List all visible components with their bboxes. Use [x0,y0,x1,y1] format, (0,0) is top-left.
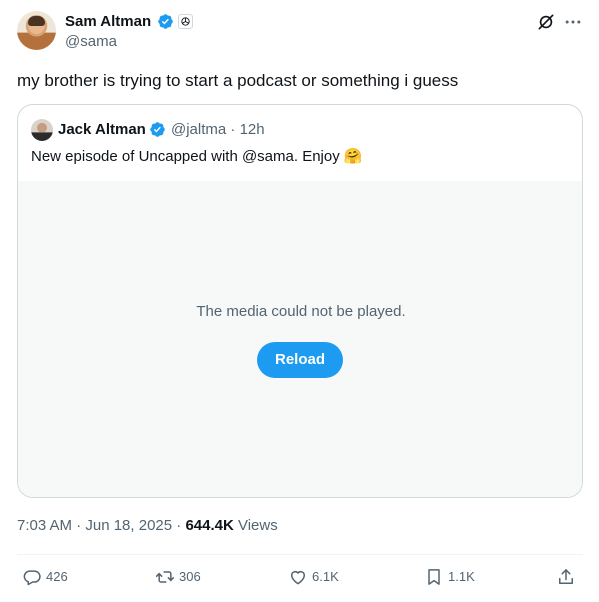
author-handle[interactable]: @sama [65,33,117,51]
tweet-meta: 7:03 AM · Jun 18, 2025 · 644.4K Views [17,517,278,535]
quoted-author-name[interactable]: Jack Altman [58,121,146,139]
share-button[interactable] [556,566,576,588]
quoted-text-body: New episode of Uncapped with @sama. Enjo… [31,148,340,165]
repost-button[interactable]: 306 [155,566,201,588]
reload-button[interactable]: Reload [257,342,343,378]
reply-button[interactable]: 426 [22,566,68,588]
reply-count: 426 [46,569,68,584]
heart-icon [291,571,305,585]
quoted-tweet[interactable]: Jack Altman @jaltma · 12h New episode of… [17,104,583,498]
openai-affiliate-icon[interactable] [178,14,193,29]
quoted-author-handle-time[interactable]: @jaltma · 12h [171,121,265,139]
like-count: 6.1K [312,569,339,584]
reply-icon [23,570,41,586]
quoted-author-avatar[interactable] [31,119,53,141]
video-player[interactable]: The media could not be played. Reload [18,181,582,497]
quoted-tweet-text: New episode of Uncapped with @sama. Enjo… [31,147,363,167]
media-error-message: The media could not be played. [196,303,406,320]
grok-icon[interactable] [536,12,556,32]
more-dots-icon[interactable] [563,12,583,32]
hugging-face-emoji: 🤗 [343,148,363,165]
tweet-text: my brother is trying to start a podcast … [17,71,459,90]
bookmark-button[interactable]: 1.1K [424,566,475,588]
bookmark-count: 1.1K [448,569,475,584]
views-count: 644.4K [185,517,234,534]
tweet: Sam Altman @sama my brother is trying to… [0,0,599,602]
like-button[interactable]: 6.1K [288,566,339,588]
verified-badge-icon [158,14,173,29]
repost-count: 306 [179,569,201,584]
verified-badge-icon [150,122,165,137]
author-name[interactable]: Sam Altman [65,13,151,31]
divider [17,554,583,555]
bookmark-icon [428,569,440,585]
timestamp[interactable]: 7:03 AM · Jun 18, 2025 · [17,517,185,534]
share-icon [559,569,573,584]
repost-icon [155,571,175,583]
views-label: Views [233,517,278,534]
author-avatar[interactable] [17,11,56,50]
